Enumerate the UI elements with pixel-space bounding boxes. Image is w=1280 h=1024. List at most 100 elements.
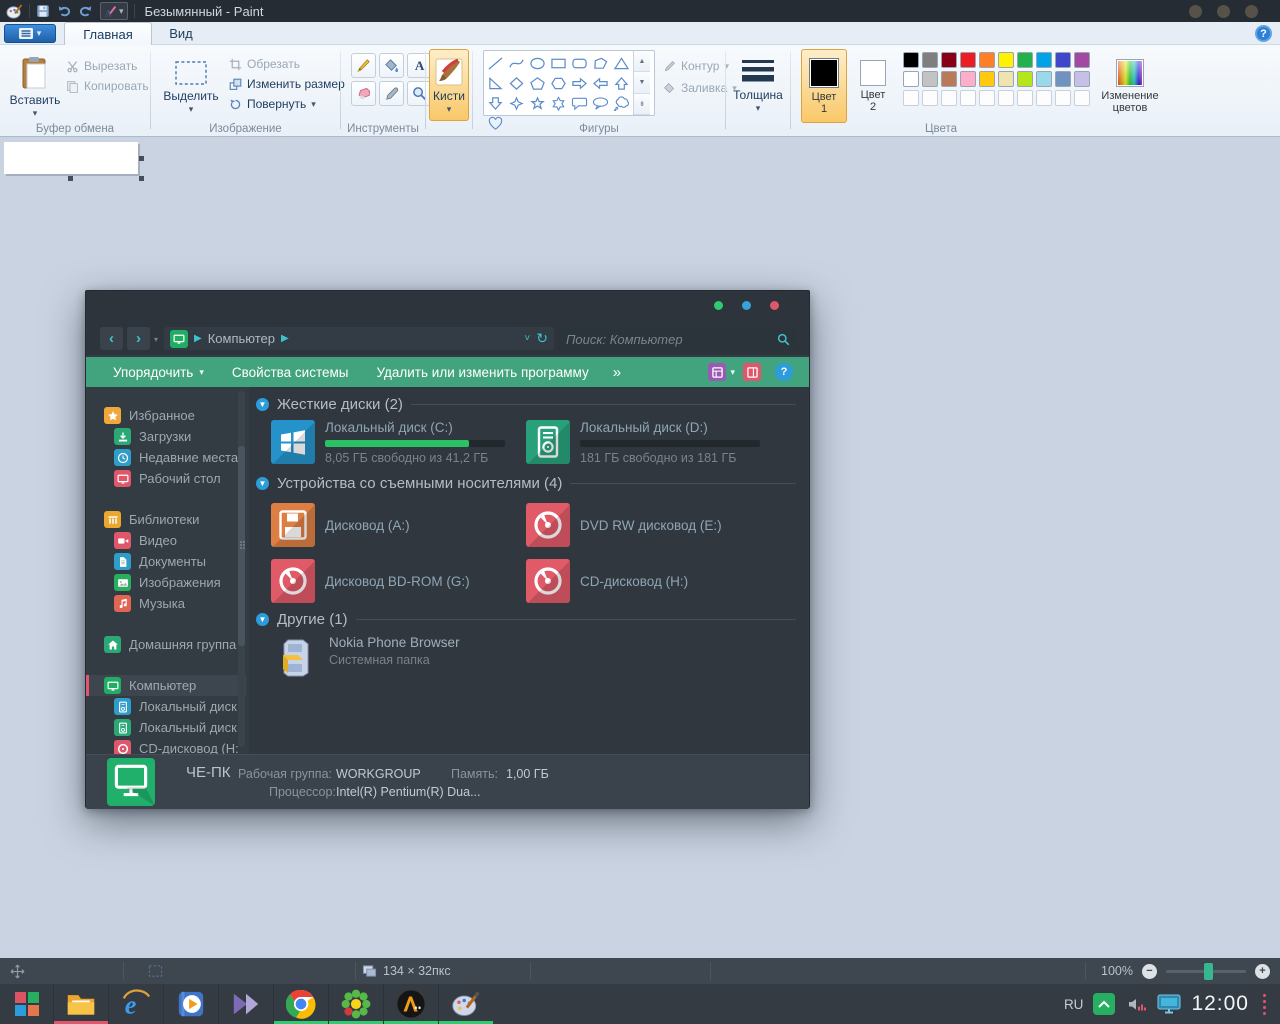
palette-empty-cell[interactable] <box>960 90 976 106</box>
paint-work-area[interactable]: ‹ › ▾ ▶ Компьютер ▶ ˅ ↻ Поиск: Компьютер… <box>0 137 1280 958</box>
history-dropdown-icon[interactable]: ▾ <box>154 335 158 344</box>
sidebar-item-изображения[interactable]: Изображения <box>86 572 246 593</box>
select-button[interactable]: Выделить ▾ <box>159 49 223 123</box>
explorer-titlebar[interactable] <box>86 291 809 323</box>
palette-color[interactable] <box>979 52 995 68</box>
volume-icon[interactable] <box>1125 993 1147 1015</box>
shapes-gallery[interactable]: ▲ ▼ ⇟ <box>483 50 655 130</box>
zoom-slider[interactable] <box>1166 962 1246 980</box>
minimize-button[interactable] <box>1189 4 1202 18</box>
dropdown-arrow-icon[interactable]: ▾ <box>730 367 735 376</box>
sidebar-scrollbar[interactable] <box>238 391 245 747</box>
palette-empty-cell[interactable] <box>1074 90 1090 106</box>
tab-home[interactable]: Главная <box>64 22 152 45</box>
canvas-resize-handle-corner[interactable] <box>139 176 144 181</box>
canvas-resize-handle-bottom[interactable] <box>68 176 73 181</box>
shape-arrow-down[interactable] <box>485 93 506 113</box>
paste-button[interactable]: Вставить ▾ <box>6 49 64 123</box>
shape-arrow-up[interactable] <box>611 73 632 93</box>
palette-color[interactable] <box>998 52 1014 68</box>
taskbar-app-ie[interactable]: e <box>108 984 163 1024</box>
shape-line[interactable] <box>485 53 506 73</box>
system-properties-button[interactable]: Свойства системы <box>232 365 349 380</box>
shape-polygon[interactable] <box>590 53 611 73</box>
uninstall-button[interactable]: Удалить или изменить программу <box>376 365 588 380</box>
sidebar-item-избранное[interactable]: Избранное <box>86 405 246 426</box>
window-dot-green[interactable] <box>714 301 723 310</box>
palette-color[interactable] <box>903 52 919 68</box>
palette-color[interactable] <box>1074 71 1090 87</box>
sidebar-item-компьютер[interactable]: Компьютер <box>86 675 246 696</box>
shape-triangle[interactable] <box>611 53 632 73</box>
palette-color[interactable] <box>941 52 957 68</box>
shapes-scroll-up[interactable]: ▲ <box>634 51 650 73</box>
start-button[interactable] <box>0 984 53 1024</box>
cut-button[interactable]: Вырезать <box>66 57 137 75</box>
palette-color[interactable] <box>998 71 1014 87</box>
show-desktop-button[interactable] <box>1263 993 1266 1015</box>
color1-button[interactable]: Цвет 1 <box>801 49 847 123</box>
size-button[interactable]: Толщина ▾ <box>732 50 784 120</box>
redo-button[interactable] <box>78 2 94 20</box>
address-dropdown-icon[interactable]: ˅ <box>524 333 530 344</box>
search-box[interactable]: Поиск: Компьютер <box>558 328 798 350</box>
clock[interactable]: 12:00 <box>1191 992 1249 1016</box>
edit-colors-button[interactable]: Изменение цветов <box>1097 49 1163 123</box>
taskbar-app-wmp[interactable] <box>163 984 218 1024</box>
fill-tool[interactable] <box>379 53 404 78</box>
preview-pane-button[interactable] <box>743 363 761 381</box>
nokia-tile[interactable]: Nokia Phone Browser Системная папка <box>273 635 460 681</box>
save-button[interactable] <box>36 2 50 20</box>
palette-empty-cell[interactable] <box>1036 90 1052 106</box>
palette-empty-cell[interactable] <box>1017 90 1033 106</box>
color2-button[interactable]: Цвет 2 <box>851 49 895 123</box>
palette-empty-cell[interactable] <box>941 90 957 106</box>
taskbar-app-aimp[interactable] <box>383 984 438 1024</box>
palette-color[interactable] <box>1055 71 1071 87</box>
shape-pentagon[interactable] <box>527 73 548 93</box>
collapse-chevron-icon[interactable]: ▼ <box>256 477 269 490</box>
shape-oval-callout[interactable] <box>590 93 611 113</box>
breadcrumb[interactable]: Компьютер <box>208 331 275 346</box>
palette-color[interactable] <box>960 52 976 68</box>
sidebar-item-музыка[interactable]: Музыка <box>86 593 246 614</box>
help-icon[interactable]: ? <box>1255 25 1272 42</box>
sidebar-item-локальный-диск[interactable]: Локальный диск <box>86 717 246 738</box>
close-button[interactable] <box>1245 4 1258 18</box>
text-tool-button[interactable]: A ▾ <box>100 2 128 20</box>
shape-five-point-star[interactable] <box>527 93 548 113</box>
palette-color[interactable] <box>979 71 995 87</box>
palette-color[interactable] <box>1036 71 1052 87</box>
shape-hexagon[interactable] <box>548 73 569 93</box>
app-menu-button[interactable]: ▾ <box>4 24 56 43</box>
sidebar-item-рабочий-стол[interactable]: Рабочий стол <box>86 468 246 489</box>
palette-color[interactable] <box>922 52 938 68</box>
palette-color[interactable] <box>903 71 919 87</box>
refresh-icon[interactable]: ↻ <box>536 330 548 347</box>
shape-curve[interactable] <box>506 53 527 73</box>
section-header-other[interactable]: ▼ Другие (1) <box>256 611 796 628</box>
window-dot-red[interactable] <box>770 301 779 310</box>
shape-arrow-right[interactable] <box>569 73 590 93</box>
copy-button[interactable]: Копировать <box>66 77 149 95</box>
palette-color[interactable] <box>1074 52 1090 68</box>
palette-color[interactable] <box>1036 52 1052 68</box>
taskbar-app-explorer[interactable] <box>53 984 108 1024</box>
drive-a-tile[interactable]: Дисковод (A:) <box>271 503 410 547</box>
color-picker-tool[interactable] <box>379 81 404 106</box>
palette-color[interactable] <box>960 71 976 87</box>
maximize-button[interactable] <box>1217 4 1230 18</box>
toolbar-more-button[interactable]: » <box>613 364 621 381</box>
drive-e-tile[interactable]: DVD RW дисковод (E:) <box>526 503 722 547</box>
shape-rounded-rectangle[interactable] <box>569 53 590 73</box>
language-indicator[interactable]: RU <box>1064 997 1084 1012</box>
shape-diamond[interactable] <box>506 73 527 93</box>
palette-color[interactable] <box>922 71 938 87</box>
paint-canvas[interactable] <box>4 142 138 174</box>
display-icon[interactable] <box>1157 993 1181 1015</box>
drive-h-tile[interactable]: CD-дисковод (H:) <box>526 559 688 603</box>
undo-button[interactable] <box>56 2 72 20</box>
rotate-button[interactable]: Повернуть ▾ <box>229 95 316 113</box>
taskbar-app-icq[interactable] <box>328 984 383 1024</box>
shape-cloud-callout[interactable] <box>611 93 632 113</box>
